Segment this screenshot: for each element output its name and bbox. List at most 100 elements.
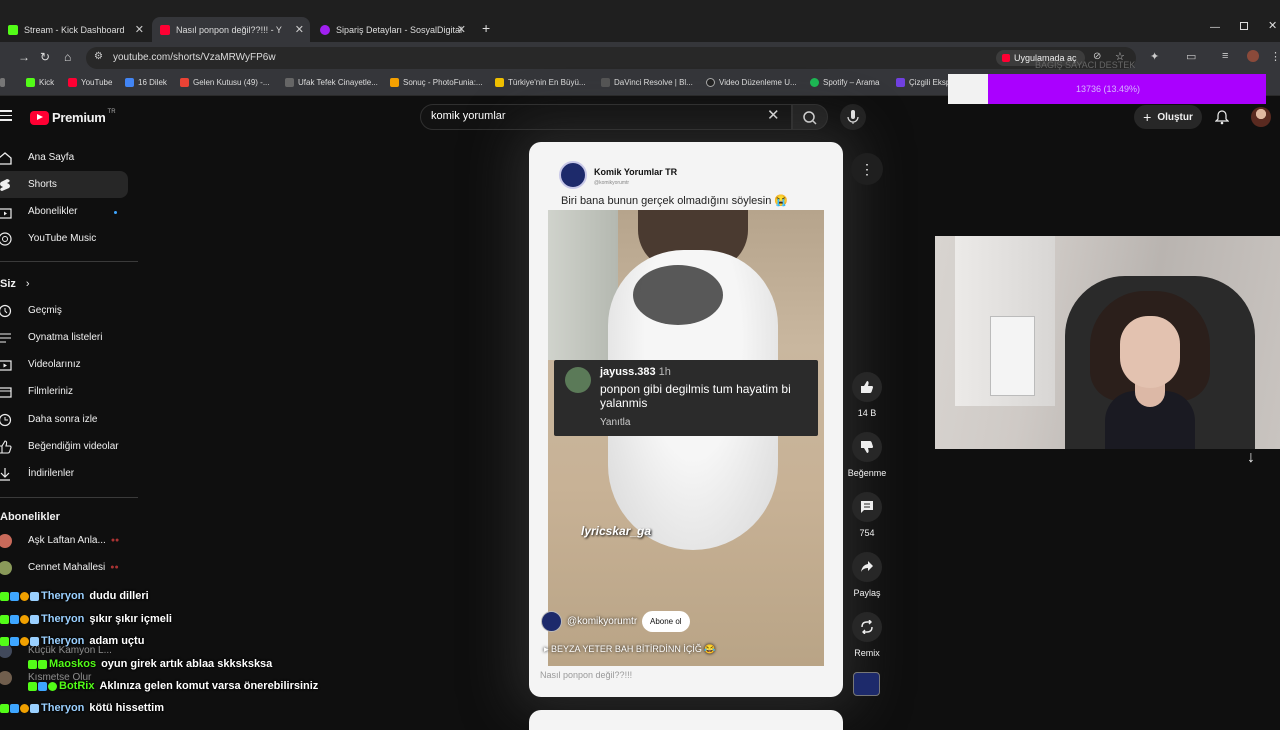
site-settings-icon[interactable]: ⚙	[94, 51, 103, 62]
hamburger-menu-icon[interactable]	[0, 110, 12, 122]
sidebar-divider	[0, 261, 138, 262]
overlay-channel-avatar[interactable]	[541, 611, 562, 632]
remix-icon	[861, 620, 873, 634]
sidebar-item-history[interactable]: Geçmiş	[0, 297, 128, 324]
browser-menu-icon[interactable]: ⋮	[1270, 50, 1280, 63]
reload-icon[interactable]: ↻	[40, 50, 50, 64]
playlist-icon	[0, 333, 11, 342]
sidebar-item-liked-videos[interactable]: Beğendiğim videolar	[0, 433, 128, 460]
video-watermark: lyricskar_ga	[581, 524, 652, 538]
sidebar-item-subscriptions[interactable]: Abonelikler	[0, 198, 128, 225]
tab-close-icon[interactable]: ✕	[295, 23, 304, 36]
sidebar-item-shorts[interactable]: Shorts	[0, 171, 128, 198]
sidepanel-icon[interactable]: ▭	[1186, 50, 1196, 63]
sidebar-item-home[interactable]: Ana Sayfa	[0, 144, 128, 171]
subscriptions-icon	[0, 207, 12, 219]
tab-siparis-detaylari[interactable]: Sipariş Detayları - SosyalDigital ✕	[312, 17, 472, 42]
live-indicator-icon: ●●	[110, 564, 119, 571]
new-tab-icon[interactable]: +	[482, 20, 490, 36]
chat-badges	[0, 703, 39, 713]
commenter-avatar	[565, 367, 591, 393]
chat-message: Theryon dudu dilleri	[0, 590, 149, 602]
tab-close-icon[interactable]: ✕	[135, 23, 144, 36]
forward-icon[interactable]: →	[18, 50, 30, 64]
commenter-name: jayuss.383 1h	[600, 366, 671, 378]
sidebar-item-watch-later[interactable]: Daha sonra izle	[0, 406, 128, 433]
bookmark-kick[interactable]: Kick	[26, 78, 54, 87]
bookmark-ufak-tefek[interactable]: Ufak Tefek Cinayetle...	[285, 78, 378, 87]
account-avatar[interactable]	[1251, 107, 1271, 127]
share-button[interactable]: Paylaş	[837, 552, 897, 598]
like-button[interactable]: 14 B	[837, 372, 897, 418]
sidebar-you-header[interactable]: Siz ›	[0, 278, 30, 290]
sidebar-item-playlists[interactable]: Oynatma listeleri	[0, 324, 128, 351]
short-video-player[interactable]	[548, 210, 824, 666]
sosyaldigital-favicon-icon	[320, 24, 330, 35]
create-button[interactable]: + Oluştur	[1134, 105, 1202, 129]
search-button[interactable]	[792, 104, 828, 130]
window-close-icon[interactable]: ✕	[1268, 19, 1277, 32]
sidebar-item-your-videos[interactable]: Videolarınız	[0, 351, 128, 378]
channel-avatar[interactable]	[559, 161, 587, 189]
sidebar-item-downloads[interactable]: İndirilenler	[0, 460, 128, 487]
bookmark-turkiye[interactable]: Türkiye'nin En Büyü...	[495, 78, 586, 87]
tab-youtube-short[interactable]: Nasıl ponpon değil??!!! - Y ✕	[152, 17, 310, 42]
youtube-premium-logo[interactable]: Premium TR	[30, 109, 116, 125]
bookmark-cizgili[interactable]: Çizgili Eksp	[896, 78, 950, 87]
chat-message: Maoskos oyun girek artık ablaa skksksksa	[28, 658, 272, 670]
microphone-icon	[847, 110, 859, 124]
notifications-bell-icon[interactable]	[1215, 109, 1229, 125]
minimize-icon[interactable]: —	[1210, 22, 1220, 33]
sidebar-item-youtube-music[interactable]: YouTube Music	[0, 225, 128, 252]
profile-icon[interactable]	[1247, 50, 1259, 62]
new-content-dot	[114, 211, 117, 214]
chat-message: BotRix Aklınıza gelen komut varsa önereb…	[28, 680, 318, 692]
channel-avatar	[0, 670, 12, 685]
home-icon[interactable]: ⌂	[64, 50, 71, 64]
short-title: Nasıl ponpon değil??!!!	[540, 670, 633, 680]
bookmark-photofunia[interactable]: Sonuç - PhotoFunia:...	[390, 78, 483, 87]
bookmark-gmail[interactable]: Gelen Kutusu (49) -...	[180, 78, 269, 87]
dislike-button[interactable]: Beğenme	[837, 432, 897, 478]
kick-favicon-icon	[8, 24, 18, 35]
subscribe-button[interactable]: Abone ol	[642, 611, 690, 632]
next-short-arrow-icon[interactable]: ↓	[1247, 449, 1255, 467]
sidebar-item-movies[interactable]: Filmleriniz	[0, 378, 128, 405]
like-icon	[0, 439, 12, 454]
bookmark-spotify[interactable]: Spotify – Arama	[810, 78, 879, 87]
comment-text: ponpon gibi degilmis tum hayatim bi yala…	[600, 382, 791, 410]
maximize-icon[interactable]	[1240, 22, 1248, 30]
voice-search-button[interactable]	[840, 104, 866, 130]
donation-counter-title: BAĞIŞ SAYACI DESTEK	[1035, 60, 1136, 70]
media-icon[interactable]: ≡	[1222, 50, 1228, 62]
music-track[interactable]: ▸ BEYZA YETER BAH BİTİRDİNN İÇİĞ 😂	[544, 644, 716, 655]
url-text[interactable]: youtube.com/shorts/VzaMRWyFP6w	[113, 52, 276, 63]
clock-icon	[0, 413, 12, 426]
tab-close-icon[interactable]: ✕	[457, 23, 466, 36]
bookmark-youtube[interactable]: YouTube	[68, 78, 112, 87]
bookmark-davinci[interactable]: DaVinci Resolve | Bl...	[601, 78, 693, 87]
tab-kick-dashboard[interactable]: Stream - Kick Dashboard ✕	[0, 17, 150, 42]
movie-icon	[0, 386, 12, 398]
shorts-icon	[0, 178, 10, 191]
bookmark-video-duzenleme[interactable]: Video Düzenleme U...	[706, 78, 797, 87]
sidebar-sub-ask-laftan[interactable]: Aşk Laftan Anla... ●●	[0, 527, 128, 554]
next-short-card[interactable]	[529, 710, 843, 730]
sidebar-subscriptions-header: Abonelikler	[0, 511, 60, 523]
sidebar-sub-cennet-mahallesi[interactable]: Cennet Mahallesi ●●	[0, 554, 128, 581]
bookmark-16-dilek[interactable]: 16 Dilek	[125, 78, 167, 87]
extensions-icon[interactable]: ✦	[1150, 50, 1159, 63]
search-query-text[interactable]: komik yorumlar	[431, 110, 506, 122]
comment-reply-label: Yanıtla	[600, 417, 631, 428]
audio-source-thumbnail[interactable]	[853, 672, 880, 696]
overlay-channel-handle[interactable]: @komikyorumtr	[567, 616, 637, 627]
apps-grid-icon[interactable]	[0, 78, 9, 87]
history-icon	[0, 304, 12, 317]
remix-button[interactable]: Remix	[837, 612, 897, 658]
clear-search-icon[interactable]: ✕	[767, 106, 780, 124]
channel-avatar	[0, 560, 12, 575]
channel-avatar	[0, 533, 12, 548]
channel-name[interactable]: Komik Yorumlar TR	[594, 167, 677, 177]
more-options-button[interactable]: ⋮	[851, 153, 883, 185]
comments-button[interactable]: 754	[837, 492, 897, 538]
